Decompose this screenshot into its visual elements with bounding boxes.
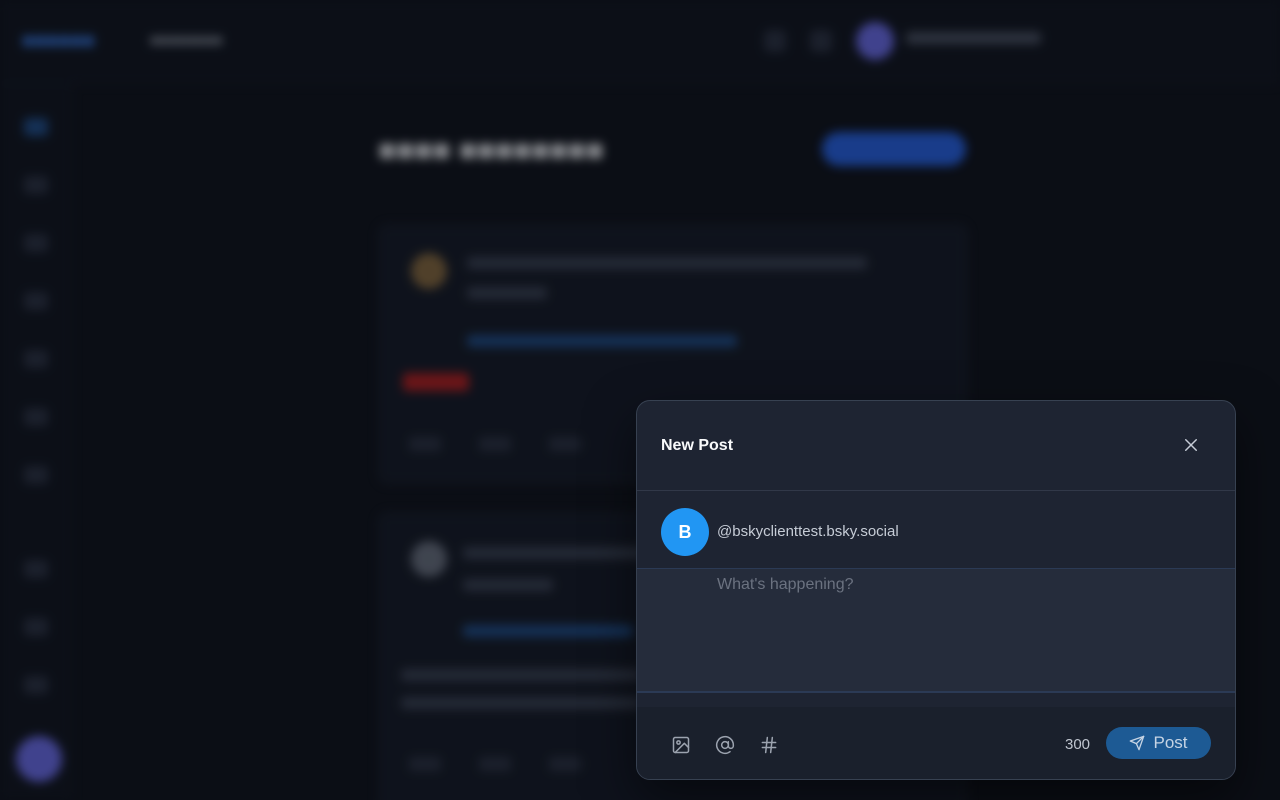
post-time (463, 579, 553, 591)
post-button[interactable]: Post (1106, 727, 1211, 759)
image-icon (672, 736, 690, 754)
hashtag-icon (761, 736, 777, 754)
sidebar-avatar (16, 736, 62, 782)
post-action (479, 757, 511, 771)
modal-header: New Post (637, 401, 1235, 491)
new-post-modal: New Post B @bskyclienttest.bsky.social W… (636, 400, 1236, 780)
send-icon (1130, 735, 1145, 751)
post-action (479, 437, 511, 451)
settings-icon (810, 30, 832, 52)
sidebar (0, 84, 72, 800)
sidebar-item (24, 560, 48, 578)
add-image-button[interactable] (669, 733, 693, 757)
sidebar-item (24, 408, 48, 426)
post-action (549, 757, 581, 771)
sidebar-item (24, 292, 48, 310)
top-bar: ■■■■■■ ■■■■■■■■ (0, 0, 1280, 84)
sidebar-item (24, 350, 48, 368)
modal-title: New Post (661, 437, 734, 454)
sidebar-item-home (24, 118, 48, 136)
sidebar-item (24, 234, 48, 252)
compose-area (637, 569, 1235, 693)
brand-subtitle: ■■■■■■■■ (150, 32, 223, 49)
post-text (401, 669, 641, 681)
user-avatar (856, 22, 894, 60)
post-link (467, 335, 737, 347)
character-count: 300 (1065, 736, 1091, 753)
timeline-action-button (822, 132, 966, 166)
notification-icon (764, 30, 786, 52)
post-link (463, 625, 633, 637)
post-author (467, 257, 867, 269)
brand-logo: ■■■■■■ (22, 30, 95, 52)
sidebar-item (24, 176, 48, 194)
post-action (409, 437, 441, 451)
timeline-title: ■■■■ ■■■■■■■■ (378, 134, 604, 167)
avatar: B (661, 508, 709, 556)
post-text (401, 697, 641, 709)
add-hashtag-button[interactable] (757, 733, 781, 757)
post-avatar (411, 253, 447, 289)
compose-input[interactable] (717, 575, 1217, 685)
post-button-label: Post (1153, 733, 1188, 752)
close-icon (1185, 439, 1197, 451)
post-time (467, 287, 547, 299)
post-tag (403, 373, 469, 391)
user-name-placeholder (906, 32, 1041, 44)
sidebar-item (24, 618, 48, 636)
add-mention-button[interactable] (713, 733, 737, 757)
user-handle: @bskyclienttest.bsky.social (717, 523, 899, 540)
sidebar-item (24, 676, 48, 694)
sidebar-item (24, 466, 48, 484)
post-action (549, 437, 581, 451)
post-avatar (411, 541, 447, 577)
author-row: B @bskyclienttest.bsky.social (637, 491, 1235, 569)
post-action (409, 757, 441, 771)
modal-footer: 300 Post (637, 707, 1235, 779)
close-button[interactable] (1179, 433, 1203, 457)
mention-icon (715, 735, 735, 755)
